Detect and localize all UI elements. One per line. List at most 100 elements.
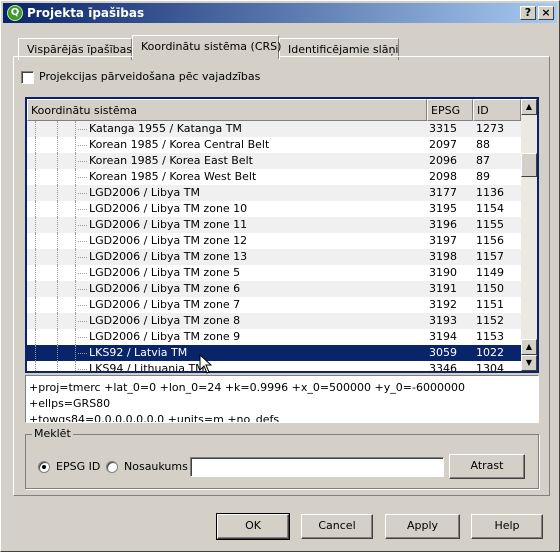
help-title-button[interactable]: ?: [520, 6, 536, 20]
tree-guide-line: [75, 153, 76, 169]
tree-guide-line: [35, 329, 36, 345]
tree-branch-line: [78, 177, 87, 178]
scroll-down-icon[interactable]: ▼: [521, 355, 537, 371]
tree-guide-line: [75, 345, 76, 361]
crs-id-cell: 1273: [476, 122, 504, 135]
crs-name-cell: LGD2006 / Libya TM zone 12: [89, 234, 248, 247]
list-scrollbar[interactable]: ▲ ▲ ▼: [521, 99, 537, 371]
scroll-thumb[interactable]: [521, 153, 537, 177]
tree-guide-line: [35, 201, 36, 217]
crs-epsg-cell: 3197: [429, 234, 457, 247]
tree-guide-line: [75, 281, 76, 297]
column-header-id[interactable]: ID: [473, 99, 521, 121]
crs-row[interactable]: LGD2006 / Libya TM zone 12 3197 1156: [27, 233, 521, 249]
tree-guide-line: [35, 297, 36, 313]
crs-id-cell: 1150: [476, 282, 504, 295]
tree-guide-line: [35, 137, 36, 153]
search-group-title: Meklēt: [32, 427, 73, 440]
crs-row[interactable]: LKS92 / Latvia TM 3059 1022: [27, 345, 521, 361]
ok-button[interactable]: OK: [216, 513, 290, 540]
crs-row[interactable]: Korean 1985 / Korea West Belt 2098 89: [27, 169, 521, 185]
tree-guide-line: [35, 361, 36, 371]
crs-id-cell: 1154: [476, 202, 504, 215]
crs-row[interactable]: LGD2006 / Libya TM zone 5 3190 1149: [27, 265, 521, 281]
tree-branch-line: [78, 321, 87, 322]
crs-row[interactable]: Katanga 1955 / Katanga TM 3315 1273: [27, 121, 521, 137]
crs-row[interactable]: Korean 1985 / Korea Central Belt 2097 88: [27, 137, 521, 153]
crs-row[interactable]: LGD2006 / Libya TM zone 9 3194 1153: [27, 329, 521, 345]
crs-id-cell: 1151: [476, 298, 504, 311]
radio-name[interactable]: [106, 461, 118, 473]
radio-epsg-label: EPSG ID: [56, 460, 101, 473]
proj-definition: +proj=tmerc +lat_0=0 +lon_0=24 +k=0.9996…: [25, 375, 539, 423]
on-the-fly-checkbox[interactable]: [21, 71, 34, 84]
crs-id-cell: 1304: [476, 362, 504, 373]
close-title-button[interactable]: ×: [538, 6, 554, 20]
crs-row[interactable]: LGD2006 / Libya TM zone 7 3192 1151: [27, 297, 521, 313]
crs-row[interactable]: LGD2006 / Libya TM zone 8 3193 1152: [27, 313, 521, 329]
crs-id-cell: 1152: [476, 314, 504, 327]
column-header-epsg[interactable]: EPSG: [427, 99, 473, 121]
tree-guide-line: [75, 313, 76, 329]
crs-row[interactable]: LGD2006 / Libya TM zone 6 3191 1150: [27, 281, 521, 297]
crs-row[interactable]: Korean 1985 / Korea East Belt 2096 87: [27, 153, 521, 169]
crs-id-cell: 87: [476, 154, 490, 167]
list-header: Koordinātu sistēma EPSG ID: [27, 99, 521, 121]
tree-guide-line: [57, 137, 58, 153]
cancel-button[interactable]: Cancel: [301, 514, 373, 539]
crs-name-cell: Korean 1985 / Korea Central Belt: [89, 138, 270, 151]
crs-row[interactable]: LGD2006 / Libya TM 3177 1136: [27, 185, 521, 201]
crs-epsg-cell: 3196: [429, 218, 457, 231]
find-button[interactable]: Atrast: [449, 454, 525, 479]
tree-guide-line: [35, 249, 36, 265]
crs-row[interactable]: LGD2006 / Libya TM zone 13 3198 1157: [27, 249, 521, 265]
crs-row[interactable]: LGD2006 / Libya TM zone 11 3196 1155: [27, 217, 521, 233]
mouse-cursor-icon: [199, 354, 213, 374]
crs-epsg-cell: 3191: [429, 282, 457, 295]
tree-guide-line: [75, 201, 76, 217]
crs-id-cell: 1157: [476, 250, 504, 263]
tree-branch-line: [78, 257, 87, 258]
apply-button[interactable]: Apply: [385, 514, 460, 539]
tree-guide-line: [35, 345, 36, 361]
tree-branch-line: [78, 129, 87, 130]
crs-id-cell: 88: [476, 138, 490, 151]
crs-row[interactable]: LGD2006 / Libya TM zone 10 3195 1154: [27, 201, 521, 217]
tree-guide-line: [75, 137, 76, 153]
crs-name-cell: LGD2006 / Libya TM zone 9: [89, 330, 241, 343]
crs-name-cell: Korean 1985 / Korea West Belt: [89, 170, 257, 183]
crs-name-cell: LGD2006 / Libya TM zone 5: [89, 266, 241, 279]
scroll-up-lower-icon[interactable]: ▲: [521, 339, 537, 355]
tree-branch-line: [78, 289, 87, 290]
crs-name-cell: LGD2006 / Libya TM: [89, 186, 200, 199]
crs-name-cell: LGD2006 / Libya TM zone 11: [89, 218, 248, 231]
radio-epsg-id[interactable]: [38, 461, 50, 473]
tree-branch-line: [78, 209, 87, 210]
tree-guide-line: [75, 329, 76, 345]
tree-guide-line: [57, 201, 58, 217]
tree-guide-line: [35, 313, 36, 329]
crs-row[interactable]: LKS94 / Lithuania TM 3346 1304: [27, 361, 521, 373]
help-button[interactable]: Help: [471, 514, 543, 539]
search-input[interactable]: [190, 457, 444, 477]
tab-crs[interactable]: Koordinātu sistēma (CRS): [132, 35, 281, 59]
tree-guide-line: [57, 265, 58, 281]
tree-guide-line: [57, 329, 58, 345]
crs-id-cell: 1156: [476, 234, 504, 247]
tree-guide-line: [35, 217, 36, 233]
tree-guide-line: [57, 361, 58, 371]
tree-guide-line: [75, 265, 76, 281]
crs-name-cell: LGD2006 / Libya TM zone 10: [89, 202, 248, 215]
crs-id-cell: 1022: [476, 346, 504, 359]
tree-guide-line: [57, 217, 58, 233]
crs-id-cell: 1155: [476, 218, 504, 231]
tree-guide-line: [35, 153, 36, 169]
crs-epsg-cell: 3194: [429, 330, 457, 343]
tree-branch-line: [78, 161, 87, 162]
crs-list[interactable]: Koordinātu sistēma EPSG ID Katanga 1955 …: [25, 97, 539, 373]
title-bar[interactable]: Q Projekta īpašības ? ×: [3, 3, 557, 23]
scroll-up-icon[interactable]: ▲: [521, 99, 537, 115]
crs-epsg-cell: 3193: [429, 314, 457, 327]
column-header-crs[interactable]: Koordinātu sistēma: [27, 99, 427, 121]
crs-epsg-cell: 3059: [429, 346, 457, 359]
